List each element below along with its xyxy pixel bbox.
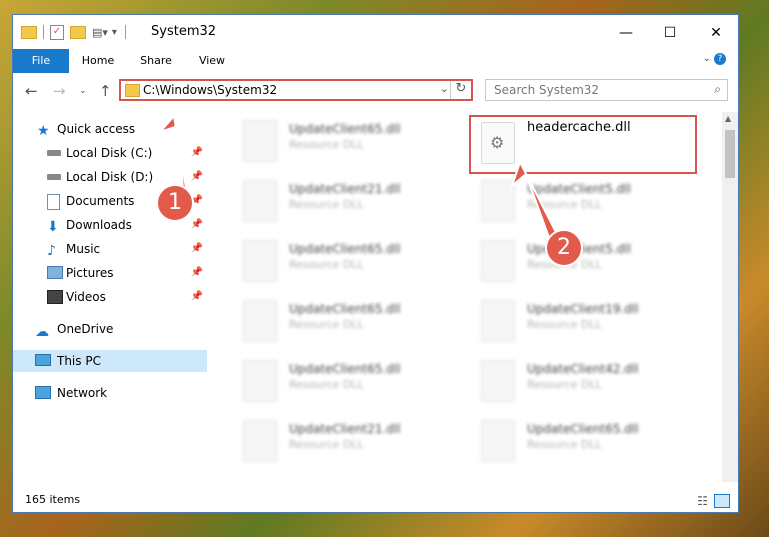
step-badge-1: 1: [156, 184, 194, 222]
annotation-arrows: [156, 113, 562, 248]
step-badge-2: 2: [545, 229, 583, 267]
